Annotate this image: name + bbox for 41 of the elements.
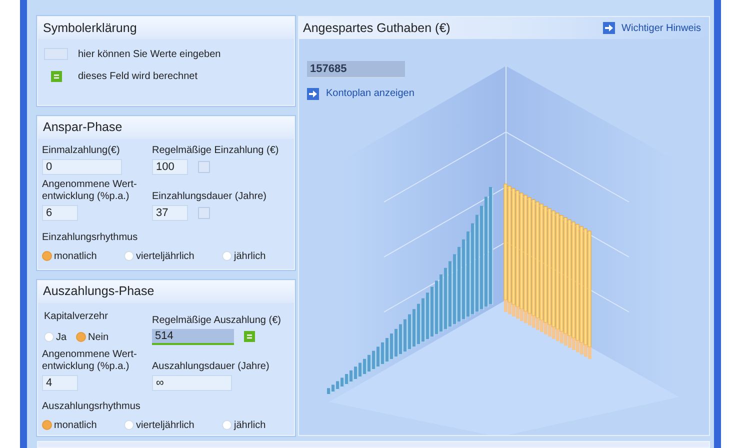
checkbox[interactable] [198, 206, 210, 219]
radio-button[interactable]: monatlich [42, 248, 124, 264]
input-swatch [44, 48, 68, 60]
checkbox[interactable] [198, 160, 210, 173]
field-label: Regelmäßige Einzahlung (€) [152, 144, 280, 157]
equals-icon [50, 70, 62, 82]
field-label: Regelmäßige Auszahlung (€) [152, 314, 282, 327]
arrow-icon [307, 88, 319, 100]
result-field: 157685 [307, 61, 405, 78]
input-field[interactable]: 4 [42, 374, 78, 391]
link[interactable]: Kontoplan anzeigen [307, 86, 701, 101]
input-field[interactable]: 0 [42, 158, 122, 175]
field-label: Angenommene Wert-entwicklung (%p.a.) [42, 348, 138, 373]
input-field[interactable]: 100 [152, 158, 188, 175]
panel-title: Anspar-Phase [38, 116, 294, 139]
calculated-field: 514 [152, 328, 234, 345]
group-label: Kapitalverzehr [44, 310, 109, 324]
field-label: Einmalzahlung(€) [42, 144, 121, 157]
field-label: Angenommene Wert-entwicklung (%p.a.) [42, 178, 138, 203]
radio-button[interactable]: Nein [76, 330, 109, 345]
radio-button[interactable]: Ja [44, 330, 76, 345]
group-label: Auszahlungsrhythmus [42, 400, 142, 414]
input-field[interactable]: 6 [42, 204, 78, 221]
radio-button[interactable]: vierteljährlich [124, 418, 222, 433]
field-label: Auszahlungsdauer (Jahre) [152, 360, 270, 373]
panel-title: Auszahlungs-Phase [38, 280, 294, 303]
panel-title: Angespartes Guthaben (€) [303, 20, 450, 37]
equals-icon [244, 331, 255, 342]
input-field[interactable]: ∞ [152, 374, 232, 391]
legend-label: dieses Feld wird berechnet [78, 70, 198, 84]
radio-button[interactable]: jährlich [222, 248, 266, 264]
panel-title: Symbolerklärung [38, 17, 294, 39]
field-label: Einzahlungsdauer (Jahre) [152, 190, 268, 203]
radio-button[interactable]: vierteljährlich [124, 248, 222, 264]
link[interactable]: Wichtiger Hinweis [602, 20, 705, 36]
radio-button[interactable]: monatlich [42, 418, 124, 433]
arrow-icon [602, 22, 615, 34]
legend-label: hier können Sie Werte eingeben [78, 48, 221, 62]
input-field[interactable]: 37 [152, 204, 188, 221]
radio-button[interactable]: jährlich [222, 418, 266, 433]
group-label: Einzahlungsrhythmus [42, 230, 139, 245]
